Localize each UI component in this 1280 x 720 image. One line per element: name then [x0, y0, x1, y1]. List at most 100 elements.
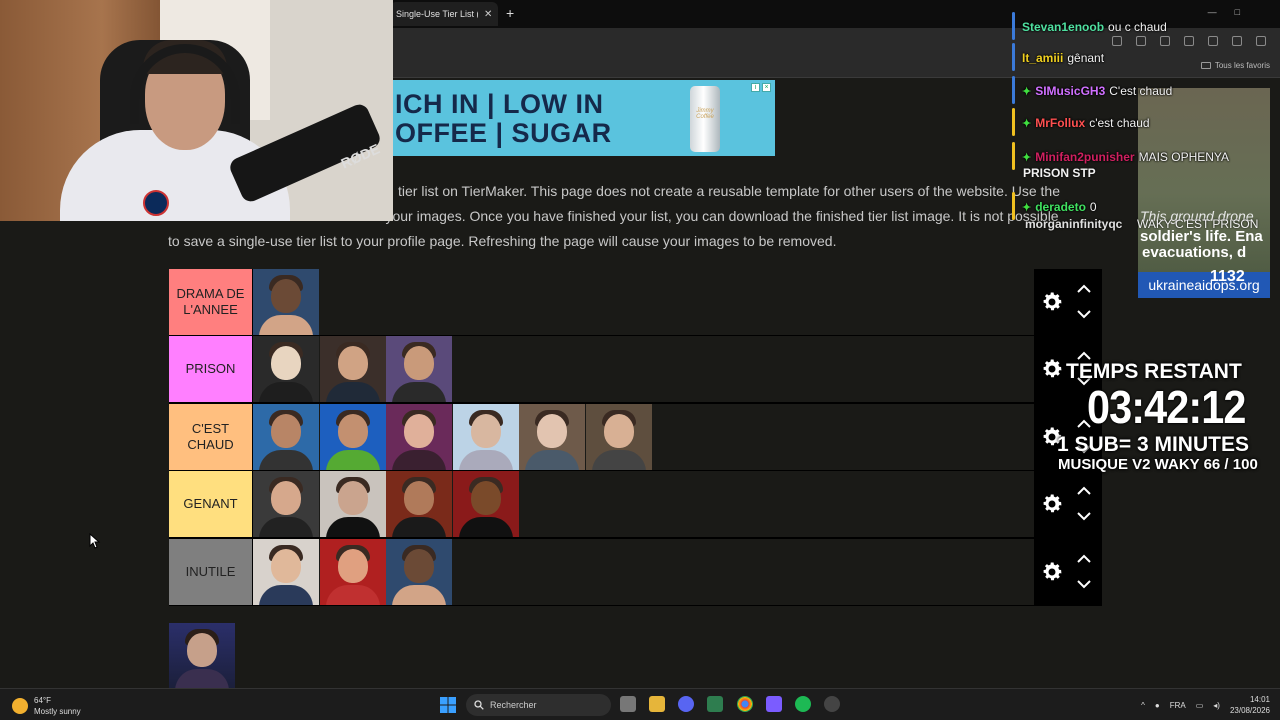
gear-icon[interactable] [1040, 290, 1064, 314]
maximize-icon[interactable]: □ [1235, 7, 1240, 17]
webcam-overlay: RØDE [0, 0, 393, 221]
tier-item-image[interactable] [386, 538, 453, 605]
ad-info-icon[interactable]: i [751, 83, 760, 92]
tier-item-image[interactable] [319, 538, 386, 605]
move-down-chevron-icon[interactable] [1076, 579, 1092, 589]
chat-username[interactable]: MrFollux [1035, 116, 1085, 130]
search-icon [474, 700, 484, 710]
gear-icon[interactable] [1040, 560, 1064, 584]
gear-icon[interactable] [1040, 492, 1064, 516]
tier-item-image[interactable] [253, 269, 319, 335]
tier-item-image[interactable] [253, 538, 319, 605]
move-up-chevron-icon[interactable] [1076, 284, 1092, 294]
tab-title: Single-Use Tier List (P [396, 9, 478, 19]
volume-icon[interactable]: ◂) [1213, 701, 1220, 710]
tier-label[interactable]: INUTILE [169, 538, 252, 605]
chat-text: C'est chaud [1109, 84, 1173, 98]
discord-icon[interactable] [678, 696, 694, 712]
extensions-icon[interactable] [1184, 36, 1194, 46]
tier-label[interactable]: C'EST CHAUD [169, 403, 252, 470]
move-down-chevron-icon[interactable] [1076, 309, 1092, 319]
ad-banner[interactable]: ICH IN | LOW IN OFFEE | SUGAR Jimmy Coff… [393, 80, 775, 156]
tier-label[interactable]: PRISON [169, 336, 252, 403]
spotify-icon[interactable] [795, 696, 811, 712]
taskbar-search[interactable]: Rechercher [466, 694, 611, 716]
tier-row: GENANT [169, 471, 1102, 538]
clock-date: 23/08/2026 [1229, 706, 1270, 715]
move-up-chevron-icon[interactable] [1076, 554, 1092, 564]
tier-item-image[interactable] [519, 403, 586, 470]
gear-icon[interactable] [1040, 357, 1064, 381]
chat-username[interactable]: It_amiii [1022, 51, 1063, 65]
chat-username[interactable]: SIMusicGH3 [1035, 84, 1105, 98]
tier-item-image[interactable] [319, 336, 386, 403]
unplaced-image[interactable] [169, 623, 235, 689]
windows-start-icon[interactable] [440, 697, 456, 713]
microphone-icon[interactable]: ● [1155, 701, 1160, 710]
move-up-chevron-icon[interactable] [1076, 486, 1092, 496]
tier-drop-zone[interactable] [253, 403, 1034, 470]
tier-label[interactable]: DRAMA DE L'ANNEE [169, 269, 252, 335]
tier-item-image[interactable] [319, 471, 386, 538]
minimize-icon[interactable]: — [1208, 7, 1217, 17]
tier-item-image[interactable] [452, 471, 519, 538]
tier-item-image[interactable] [319, 403, 386, 470]
chat-username[interactable]: deradeto [1035, 200, 1086, 214]
weather-widget[interactable]: 64°F Mostly sunny [12, 695, 81, 717]
ad-coffee-can: Jimmy Coffee [690, 86, 720, 152]
tier-drop-zone[interactable] [253, 336, 1034, 403]
tier-item-image[interactable] [253, 471, 319, 538]
app-grid-icon[interactable] [766, 696, 782, 712]
task-view-icon[interactable] [620, 696, 636, 712]
clock[interactable]: 14:01 23/08/2026 [1230, 694, 1270, 716]
chat-message: ✦ MrFollux c'est chaud [1022, 108, 1150, 138]
network-icon[interactable]: ▭ [1196, 701, 1204, 710]
chrome-icon[interactable] [737, 696, 753, 712]
ad-close-icon[interactable]: × [762, 83, 771, 92]
tier-item-image[interactable] [386, 403, 453, 470]
chat-text: 0 [1089, 200, 1097, 214]
tab-close-icon[interactable]: ✕ [484, 9, 492, 20]
tier-row: DRAMA DE L'ANNEE [169, 269, 1102, 336]
system-tray: ^ ● FRA ▭ ◂) 14:01 23/08/2026 [1141, 694, 1270, 716]
tier-item-image[interactable] [452, 403, 519, 470]
excel-icon[interactable] [707, 696, 723, 712]
timer-value: 03:42:12 [1087, 381, 1246, 433]
tab-tiermaker[interactable]: Single-Use Tier List (P ✕ [390, 2, 498, 26]
move-down-chevron-icon[interactable] [1076, 511, 1092, 521]
new-tab-button[interactable]: + [506, 5, 514, 21]
all-bookmarks-folder[interactable]: Tous les favoris [1200, 61, 1270, 70]
profile-icon[interactable] [1232, 36, 1242, 46]
tier-drop-zone[interactable] [253, 269, 1034, 335]
news-count: 1132 [1210, 268, 1245, 285]
chat-username[interactable]: Minifan2punisher [1035, 150, 1134, 164]
download-icon[interactable] [1208, 36, 1218, 46]
ad-can-text: Jimmy Coffee [696, 108, 714, 120]
ad-line-1: ICH IN | LOW IN [395, 89, 604, 119]
settings-icon[interactable] [824, 696, 840, 712]
tier-drop-zone[interactable] [253, 538, 1034, 605]
tier-drop-zone[interactable] [253, 471, 1034, 538]
mouse-cursor-icon [89, 533, 101, 549]
timer-sub-rate: 1 SUB= 3 MINUTES [1057, 433, 1249, 456]
tier-item-image[interactable] [586, 403, 652, 470]
chat-text: MAIS OPHENYA [1138, 150, 1230, 164]
tier-list: DRAMA DE L'ANNEE PRISON C'EST CHAUD GENANT I… [169, 269, 1102, 606]
tier-item-image[interactable] [386, 336, 453, 403]
clock-time: 14:01 [1249, 695, 1270, 704]
tier-item-image[interactable] [386, 471, 453, 538]
news-overlay [1138, 88, 1270, 298]
sun-icon [12, 698, 28, 714]
chat-text: gênant [1067, 51, 1105, 65]
window-controls: — □ [1208, 7, 1240, 17]
menu-icon[interactable] [1256, 36, 1266, 46]
tier-item-image[interactable] [253, 403, 319, 470]
tier-item-image[interactable] [253, 336, 319, 403]
language-indicator[interactable]: FRA [1170, 701, 1186, 710]
tray-expand-icon[interactable]: ^ [1141, 701, 1145, 710]
chat-message-bar [1012, 108, 1015, 136]
chat-username[interactable]: Stevan1enoob [1022, 20, 1104, 34]
tier-label[interactable]: GENANT [169, 471, 252, 538]
file-explorer-icon[interactable] [649, 696, 665, 712]
chat-message-bar [1012, 43, 1015, 71]
